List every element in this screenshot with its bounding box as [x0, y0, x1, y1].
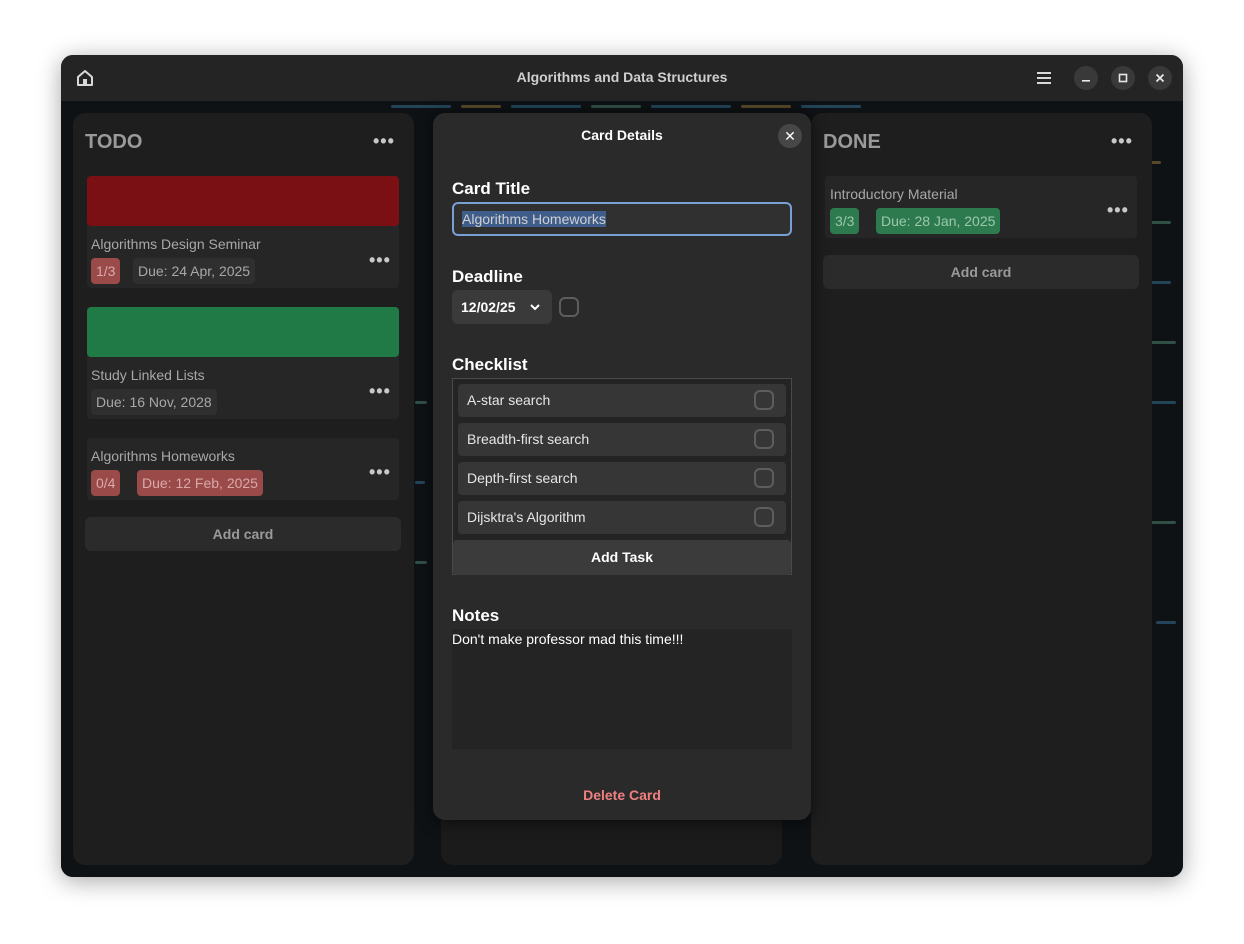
card-cover [87, 307, 399, 357]
deadline-done-checkbox[interactable] [559, 297, 579, 317]
card-menu-button[interactable]: ••• [369, 462, 391, 483]
deadline-label: Deadline [452, 267, 523, 286]
progress-badge: 0/4 [91, 470, 121, 496]
card-title-input[interactable]: Algorithms Homeworks [452, 202, 792, 236]
due-badge: Due: 24 Apr, 2025 [133, 258, 256, 284]
card-algorithms-homeworks[interactable]: Algorithms Homeworks 0/4 Due: 12 Feb, 20… [87, 438, 399, 500]
task-checkbox[interactable] [754, 468, 774, 488]
progress-badge: 1/3 [91, 258, 121, 284]
card-algorithms-design-seminar[interactable]: Algorithms Design Seminar 1/3 Due: 24 Ap… [87, 176, 399, 288]
column-title: TODO [85, 131, 143, 153]
delete-card-button[interactable]: Delete Card [433, 787, 811, 803]
due-badge: Due: 28 Jan, 2025 [876, 208, 1001, 234]
card-title-value: Algorithms Homeworks [462, 211, 606, 227]
card-menu-button[interactable]: ••• [369, 250, 391, 271]
checklist-item: Depth-first search [458, 462, 786, 495]
card-title: Algorithms Homeworks [91, 448, 235, 464]
task-label: Depth-first search [467, 470, 578, 486]
card-menu-button[interactable]: ••• [369, 381, 391, 402]
card-title: Study Linked Lists [91, 367, 205, 383]
card-title-label: Card Title [452, 179, 531, 198]
task-checkbox[interactable] [754, 390, 774, 410]
dialog-title: Card Details [581, 127, 663, 143]
card-cover [87, 176, 399, 226]
add-card-button[interactable]: Add card [823, 255, 1139, 289]
column-todo: TODO ••• Algorithms Design Seminar 1/3 D… [73, 113, 414, 865]
task-checkbox[interactable] [754, 429, 774, 449]
checklist-item: Breadth-first search [458, 423, 786, 456]
title-bar: Algorithms and Data Structures [61, 55, 1183, 101]
due-badge: Due: 12 Feb, 2025 [137, 470, 263, 496]
hamburger-menu-icon[interactable] [1033, 67, 1055, 89]
column-menu-button[interactable]: ••• [1111, 131, 1133, 152]
close-icon [1155, 73, 1165, 83]
notes-label: Notes [452, 606, 500, 625]
close-icon: ✕ [784, 128, 796, 144]
notes-textarea[interactable]: Don't make professor mad this time!!! [452, 629, 792, 749]
card-title: Introductory Material [830, 186, 958, 202]
minimize-icon [1082, 80, 1090, 82]
add-task-button[interactable]: Add Task [453, 540, 791, 575]
task-checkbox[interactable] [754, 507, 774, 527]
checklist: A-star search Breadth-first search Depth… [452, 378, 792, 575]
deadline-date-picker[interactable]: 12/02/25 [452, 290, 552, 324]
card-title: Algorithms Design Seminar [91, 236, 261, 252]
checklist-item: Dijsktra's Algorithm [458, 501, 786, 534]
card-introductory-material[interactable]: Introductory Material 3/3 Due: 28 Jan, 2… [825, 176, 1137, 238]
chevron-down-icon [530, 304, 540, 311]
app-window: Algorithms and Data Structures TODO ••• … [61, 55, 1183, 877]
card-details-dialog: Card Details ✕ Card Title Algorithms Hom… [433, 113, 811, 820]
maximize-button[interactable] [1111, 66, 1135, 90]
column-title: DONE [823, 131, 881, 153]
progress-badge: 3/3 [830, 208, 860, 234]
task-label: A-star search [467, 392, 551, 408]
card-menu-button[interactable]: ••• [1107, 200, 1129, 221]
column-menu-button[interactable]: ••• [373, 131, 395, 152]
maximize-icon [1118, 73, 1128, 83]
due-badge: Due: 16 Nov, 2028 [91, 389, 217, 415]
checklist-item: A-star search [458, 384, 786, 417]
card-study-linked-lists[interactable]: Study Linked Lists Due: 16 Nov, 2028 ••• [87, 307, 399, 419]
add-card-button[interactable]: Add card [85, 517, 401, 551]
checklist-label: Checklist [452, 355, 528, 374]
minimize-button[interactable] [1074, 66, 1098, 90]
dialog-close-button[interactable]: ✕ [778, 124, 802, 148]
window-title: Algorithms and Data Structures [516, 69, 728, 85]
task-label: Dijsktra's Algorithm [467, 509, 586, 525]
deadline-value: 12/02/25 [461, 299, 516, 315]
task-label: Breadth-first search [467, 431, 590, 447]
close-window-button[interactable] [1148, 66, 1172, 90]
column-done: DONE ••• Introductory Material 3/3 Due: … [811, 113, 1152, 865]
